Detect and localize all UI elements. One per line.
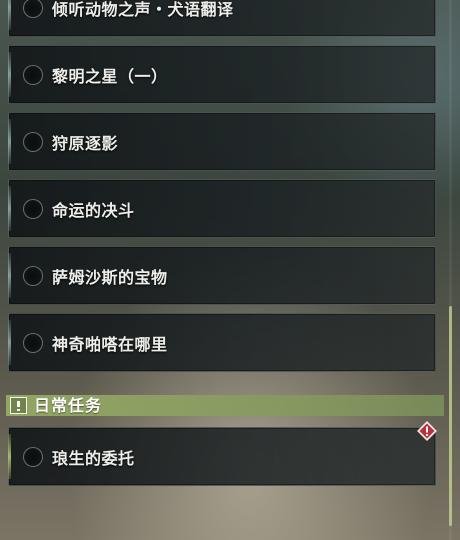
- quest-select-radio[interactable]: [23, 198, 43, 219]
- quest-item-2[interactable]: 黎明之星（一）: [8, 45, 436, 104]
- daily-quest-item-1[interactable]: 琅生的委托: [8, 427, 436, 486]
- daily-quests-section-header[interactable]: 日常任务: [6, 395, 444, 416]
- quest-select-radio[interactable]: [23, 64, 43, 85]
- quest-item-6[interactable]: 神奇啪嗒在哪里: [8, 313, 436, 372]
- quest-select-radio[interactable]: [23, 446, 43, 467]
- quest-item-5[interactable]: 萨姆沙斯的宝物: [8, 246, 436, 305]
- quest-title: 琅生的委托: [52, 448, 135, 468]
- section-title: 日常任务: [34, 396, 103, 415]
- quest-select-radio[interactable]: [23, 131, 43, 152]
- quest-title: 神奇啪嗒在哪里: [52, 334, 168, 354]
- quest-title: 黎明之星（一）: [52, 66, 168, 86]
- quest-item-3[interactable]: 狩原逐影: [8, 112, 436, 171]
- quest-list: 倾听动物之声・犬语翻译 黎明之星（一） 狩原逐影 命运的决斗 萨姆沙斯的宝物 神…: [0, 0, 460, 540]
- quest-select-radio[interactable]: [23, 0, 43, 18]
- quest-item-4[interactable]: 命运的决斗: [8, 179, 436, 238]
- quest-title: 萨姆沙斯的宝物: [52, 267, 168, 287]
- quest-item-1[interactable]: 倾听动物之声・犬语翻译: [8, 0, 436, 37]
- scrollbar-thumb[interactable]: [449, 306, 452, 526]
- quest-title: 倾听动物之声・犬语翻译: [52, 0, 234, 19]
- quest-select-radio[interactable]: [23, 265, 43, 286]
- quest-title: 狩原逐影: [52, 133, 119, 153]
- alert-diamond-icon: [417, 421, 437, 441]
- quest-select-radio[interactable]: [23, 332, 43, 353]
- exclamation-icon: [10, 397, 27, 414]
- quest-title: 命运的决斗: [52, 200, 135, 220]
